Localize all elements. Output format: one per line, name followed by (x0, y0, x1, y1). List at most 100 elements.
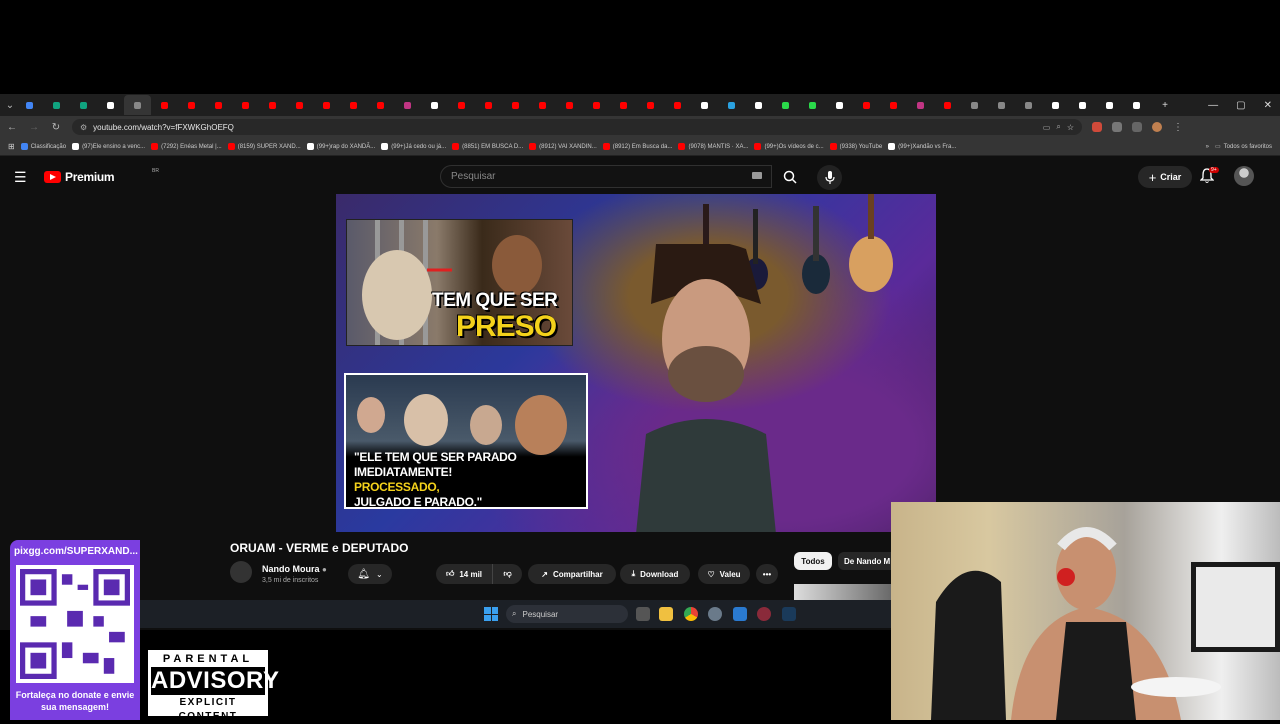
app-icon-red[interactable] (757, 607, 771, 621)
search-input[interactable]: Pesquisar (440, 165, 772, 188)
zoom-icon[interactable]: ⌕ (1056, 122, 1060, 132)
bookmark-item[interactable]: (99+)Os vídeos de c... (754, 143, 824, 150)
chip-from-channel[interactable]: De Nando M (838, 552, 898, 570)
bookmark-item[interactable]: (8159) SUPER XAND... (227, 143, 301, 150)
bookmark-item[interactable]: (7292) Enéas Metal |... (151, 143, 222, 150)
browser-tab[interactable] (502, 97, 529, 113)
browser-tab[interactable] (961, 97, 988, 113)
forward-icon[interactable]: → (28, 122, 40, 133)
back-icon[interactable]: ← (6, 122, 18, 133)
bookmark-item[interactable]: (99+)Xandão vs Fra... (888, 143, 956, 150)
new-tab-button[interactable]: + (1162, 100, 1168, 111)
extension-icon-media[interactable] (1112, 122, 1122, 132)
bookmark-star-icon[interactable]: ☆ (1067, 123, 1074, 132)
download-button[interactable]: ⤓ Download (620, 564, 690, 584)
browser-tab[interactable] (934, 97, 961, 113)
bookmark-item[interactable]: (8851) EM BUSCA D... (452, 143, 523, 150)
account-avatar[interactable] (1234, 166, 1254, 186)
browser-tab[interactable] (664, 97, 691, 113)
browser-tab[interactable] (799, 97, 826, 113)
subscription-bell-button[interactable]: 🔔︎ ⌄ (348, 564, 392, 584)
bookmark-item[interactable]: (9338) YouTube (829, 143, 882, 150)
browser-tab[interactable] (1096, 97, 1123, 113)
browser-tab[interactable] (313, 97, 340, 113)
browser-tab[interactable] (340, 97, 367, 113)
browser-tab[interactable] (610, 97, 637, 113)
chip-all[interactable]: Todos (794, 552, 832, 570)
profile-icon[interactable] (1152, 122, 1162, 132)
create-button[interactable]: + Criar (1138, 166, 1192, 188)
more-actions-button[interactable]: ••• (756, 564, 778, 584)
voice-search-button[interactable] (817, 165, 842, 190)
close-icon[interactable]: ✕ (1264, 100, 1272, 111)
browser-tab[interactable] (394, 97, 421, 113)
browser-tab[interactable] (259, 97, 286, 113)
browser-tab[interactable] (232, 97, 259, 113)
browser-tab[interactable] (637, 97, 664, 113)
browser-tab[interactable] (826, 97, 853, 113)
bookmark-item[interactable]: (99+)Já cedo ou já... (381, 143, 446, 150)
all-bookmarks-folder[interactable]: ▭ Todos os favoritos (1215, 143, 1272, 151)
minimize-icon[interactable]: — (1208, 100, 1218, 111)
bookmark-item[interactable]: Classificação (20, 143, 66, 150)
browser-tab[interactable] (205, 97, 232, 113)
browser-tab[interactable] (151, 97, 178, 113)
browser-tab[interactable] (178, 97, 205, 113)
bookmark-item[interactable]: (9078) MANTIS · XA... (678, 143, 748, 150)
keyboard-icon[interactable] (752, 172, 762, 179)
bookmark-item[interactable]: (8912) VAI XANDIN... (529, 143, 597, 150)
browser-tab[interactable] (880, 97, 907, 113)
chrome-icon[interactable] (684, 607, 698, 621)
menu-kebab-icon[interactable]: ⋮ (1172, 122, 1184, 133)
browser-tab[interactable] (421, 97, 448, 113)
file-explorer-icon[interactable] (659, 607, 673, 621)
task-view-icon[interactable] (636, 607, 650, 621)
bookmark-item[interactable]: (8912) Em Busca da... (602, 143, 672, 150)
browser-tab[interactable] (1069, 97, 1096, 113)
hamburger-menu-icon[interactable]: ☰ (14, 169, 27, 186)
apps-grid-icon[interactable]: ⊞ (8, 142, 15, 151)
thanks-button[interactable]: ♡ Valeu (698, 564, 750, 584)
extensions-puzzle-icon[interactable] (1132, 122, 1142, 132)
browser-tab[interactable] (286, 97, 313, 113)
browser-tab[interactable] (124, 95, 151, 115)
reload-icon[interactable]: ↻ (50, 122, 62, 133)
bookmark-item[interactable]: (97)Ele ensino a venc... (72, 143, 145, 150)
taskbar-search-input[interactable]: ⌕ Pesquisar (506, 605, 628, 623)
browser-tab[interactable] (745, 97, 772, 113)
channel-name[interactable]: Nando Moura ● (262, 564, 327, 574)
youtube-premium-logo[interactable]: Premium BR (44, 168, 159, 184)
browser-tab[interactable] (556, 97, 583, 113)
browser-tab[interactable] (16, 97, 43, 113)
dislike-button[interactable]: 👎︎ (492, 564, 522, 584)
install-icon[interactable]: ▭ (1043, 123, 1051, 132)
search-button[interactable] (772, 165, 808, 188)
like-button[interactable]: 👍︎ 14 mil (436, 564, 492, 584)
browser-tab[interactable] (718, 97, 745, 113)
channel-avatar[interactable] (230, 561, 252, 583)
url-field[interactable]: ⚙ youtube.com/watch?v=fFXWKGhOEFQ ▭ ⌕ ☆ (72, 119, 1082, 135)
browser-tab[interactable] (1042, 97, 1069, 113)
browser-tab[interactable] (70, 97, 97, 113)
browser-tab[interactable] (475, 97, 502, 113)
browser-tab[interactable] (97, 97, 124, 113)
browser-tab[interactable] (529, 97, 556, 113)
bookmarks-overflow-icon[interactable]: » (1206, 144, 1209, 150)
browser-tab[interactable] (853, 97, 880, 113)
extension-icon-red[interactable] (1092, 122, 1102, 132)
site-info-icon[interactable]: ⚙ (80, 123, 87, 132)
browser-tab[interactable] (448, 97, 475, 113)
browser-tab[interactable] (691, 97, 718, 113)
settings-gear-icon[interactable] (708, 607, 722, 621)
browser-tab[interactable] (907, 97, 934, 113)
browser-tab[interactable] (1123, 97, 1150, 113)
maximize-icon[interactable]: ▢ (1236, 100, 1245, 111)
browser-tab[interactable] (367, 97, 394, 113)
steam-icon[interactable] (782, 607, 796, 621)
tab-search-icon[interactable]: ⌄ (4, 100, 16, 111)
windows-start-icon[interactable] (484, 607, 498, 621)
bookmark-item[interactable]: (99+)rap do XANDÃ... (306, 143, 375, 150)
share-button[interactable]: ↗ Compartilhar (528, 564, 616, 584)
browser-tab[interactable] (988, 97, 1015, 113)
browser-tab[interactable] (772, 97, 799, 113)
